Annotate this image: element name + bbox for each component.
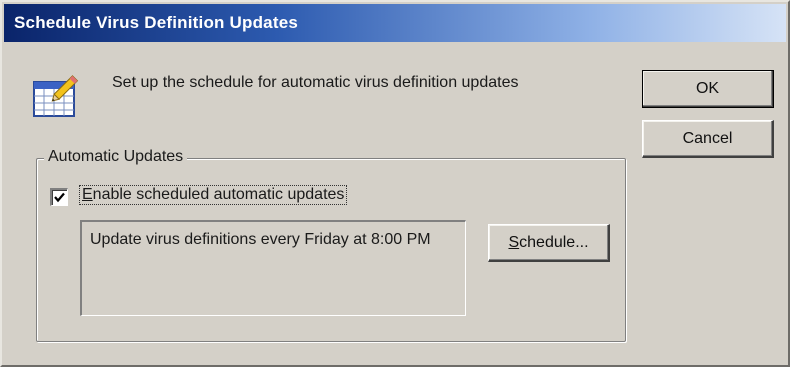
cancel-button-label: Cancel [682, 129, 733, 147]
schedule-button[interactable]: Schedule... [488, 224, 610, 262]
schedule-button-label: chedule... [519, 233, 589, 251]
title-bar[interactable]: Schedule Virus Definition Updates [4, 4, 786, 42]
enable-updates-label[interactable]: Enable scheduled automatic updates [78, 185, 348, 205]
ok-button[interactable]: OK [642, 70, 774, 108]
enable-updates-checkbox[interactable] [50, 188, 68, 206]
schedule-description-text: Update virus definitions every Friday at… [90, 231, 431, 248]
cancel-button[interactable]: Cancel [642, 120, 774, 158]
header-description: Set up the schedule for automatic virus … [112, 74, 519, 91]
schedule-button-mnemonic: S [508, 233, 520, 251]
window-title: Schedule Virus Definition Updates [14, 13, 299, 32]
calendar-pencil-icon [30, 68, 86, 124]
enable-updates-label-text: nable scheduled automatic updates [92, 186, 345, 203]
enable-updates-label-mnemonic: E [82, 186, 93, 203]
checkmark-icon [54, 192, 65, 203]
schedule-description-box: Update virus definitions every Friday at… [80, 220, 466, 316]
automatic-updates-group-label: Automatic Updates [44, 148, 188, 166]
ok-button-label: OK [695, 79, 720, 97]
schedule-updates-dialog: Schedule Virus Definition Updates Set up… [0, 0, 790, 367]
